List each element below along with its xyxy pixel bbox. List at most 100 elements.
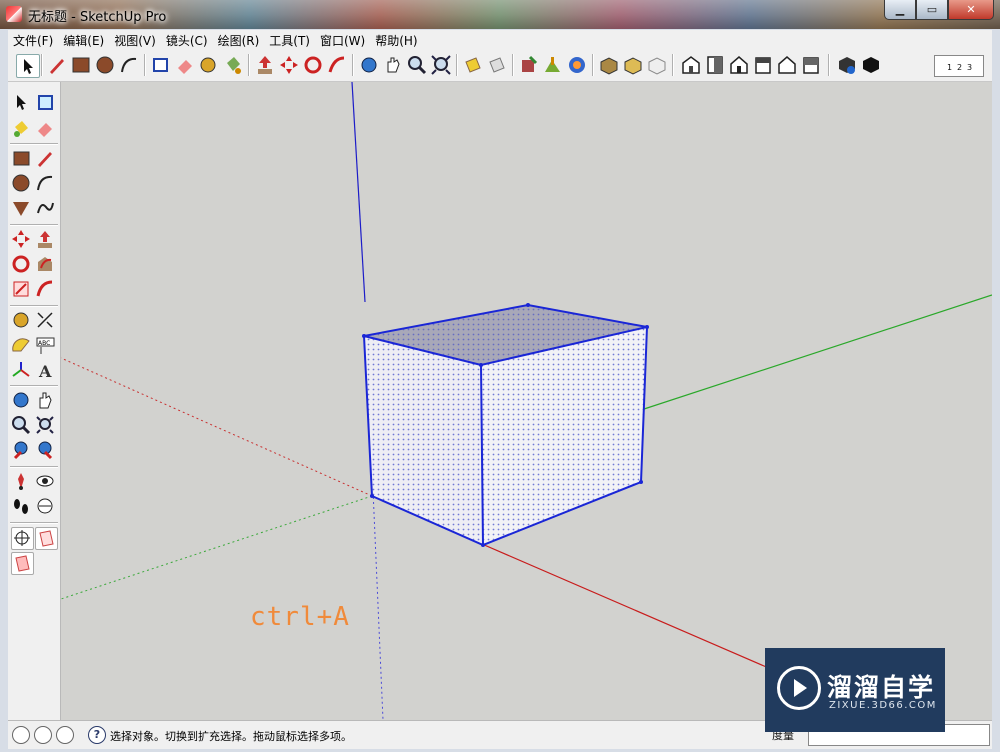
zoom-window-side-button[interactable] [35,415,56,436]
freehand-side-button[interactable] [35,198,56,219]
eraser-icon [178,60,192,74]
menu-window[interactable]: 窗口(W) [315,32,370,49]
rotate-side-button[interactable] [11,254,32,275]
tape-tool-button[interactable] [198,54,220,76]
walk-side-button[interactable] [11,496,32,517]
orbit-tool-button[interactable] [358,54,380,76]
protractor-icon [12,338,30,352]
dimension-side-button[interactable] [35,310,56,331]
zoom-extents-button[interactable] [430,54,452,76]
paint-tool-button[interactable] [222,54,244,76]
offset-side-button[interactable] [35,279,56,300]
menu-camera[interactable]: 镜头(C) [161,32,213,49]
photo-texture-button[interactable] [566,54,588,76]
pencil-tool-button[interactable] [46,54,68,76]
scale-side-button[interactable] [11,279,32,300]
xray-button[interactable] [462,54,484,76]
circle-side-button[interactable] [11,173,32,194]
sidebar-separator [10,385,58,387]
polygon-icon [13,202,29,216]
rectangle-side-button[interactable] [11,148,32,169]
maximize-button[interactable]: ▭ [916,0,948,20]
add-location-button[interactable] [518,54,540,76]
circle-icon [96,56,114,74]
components-button[interactable] [860,54,882,76]
position-camera-side-button[interactable] [11,471,32,492]
move-icon [12,230,30,248]
follow-me-side-button[interactable] [35,254,56,275]
menu-edit[interactable]: 编辑(E) [58,32,109,49]
title-bar[interactable]: 无标题 - SketchUp Pro ▁ ▭ ✕ [0,0,1000,29]
menu-view[interactable]: 视图(V) [109,32,161,49]
credits-icon[interactable] [34,726,52,744]
modeling-viewport[interactable] [61,82,992,720]
select-tool-button[interactable] [16,54,40,78]
left-view-button[interactable] [800,54,822,76]
zoom-side-button[interactable] [11,415,32,436]
arc-side-button[interactable] [35,173,56,194]
model-info-button[interactable] [836,54,858,76]
menu-file[interactable]: 文件(F) [8,32,58,49]
text-side-button[interactable]: ABC [35,335,56,356]
toolbar-separator [456,54,458,76]
zoom-icon [408,56,427,75]
pan-tool-button[interactable] [382,54,404,76]
close-button[interactable]: ✕ [948,0,994,20]
component-tool-button[interactable] [150,54,172,76]
menu-help[interactable]: 帮助(H) [370,32,422,49]
section-cut-side-button[interactable] [35,527,58,550]
paint-side-button[interactable] [11,118,32,139]
share-component-button[interactable] [646,54,668,76]
arc-tool-button[interactable] [118,54,140,76]
eraser-side-button[interactable] [35,118,56,139]
move-side-button[interactable] [11,229,32,250]
next-view-side-button[interactable] [35,440,56,461]
user-icon[interactable] [56,726,74,744]
look-around-side-button[interactable] [35,471,56,492]
dimension-icon [37,312,53,328]
orbit-side-button[interactable] [11,390,32,411]
tape-measure-icon [200,57,216,73]
rectangle-tool-button[interactable] [70,54,92,76]
pan-side-button[interactable] [35,390,56,411]
menu-draw[interactable]: 绘图(R) [213,32,265,49]
select-side-button[interactable] [11,92,32,113]
push-pull-button[interactable] [254,54,276,76]
polygon-side-button[interactable] [11,198,32,219]
move-tool-button[interactable] [278,54,300,76]
top-view-button[interactable] [704,54,726,76]
section-fill-side-button[interactable] [11,552,34,575]
xray-icon [465,57,481,73]
back-view-button[interactable] [776,54,798,76]
freehand-icon [37,202,54,214]
front-view-button[interactable] [728,54,750,76]
compass-side-button[interactable] [11,527,34,550]
tape-side-button[interactable] [11,310,32,331]
circle-tool-button[interactable] [94,54,116,76]
previous-view-side-button[interactable] [11,440,32,461]
section-plane-side-button[interactable] [35,496,56,517]
model-canvas[interactable] [61,82,992,720]
toggle-terrain-button[interactable] [542,54,564,76]
back-edges-button[interactable] [486,54,508,76]
push-pull-side-button[interactable] [35,229,56,250]
follow-me-button[interactable] [326,54,348,76]
make-component-side-button[interactable] [35,92,56,113]
axes-side-button[interactable] [11,360,32,381]
sketchup-logo-icon[interactable] [6,6,22,22]
geo-location-icon[interactable] [12,726,30,744]
zoom-tool-button[interactable] [406,54,428,76]
back-edges-icon [489,57,505,73]
menu-tools[interactable]: 工具(T) [264,32,315,49]
protractor-side-button[interactable] [11,335,32,356]
help-icon[interactable]: ? [88,726,106,744]
minimize-button[interactable]: ▁ [884,0,916,20]
rotate-tool-button[interactable] [302,54,324,76]
iso-view-button[interactable] [680,54,702,76]
share-model-button[interactable] [622,54,644,76]
3d-text-side-button[interactable]: A [35,360,56,381]
eraser-tool-button[interactable] [174,54,196,76]
get-models-button[interactable] [598,54,620,76]
line-side-button[interactable] [35,148,56,169]
right-view-button[interactable] [752,54,774,76]
